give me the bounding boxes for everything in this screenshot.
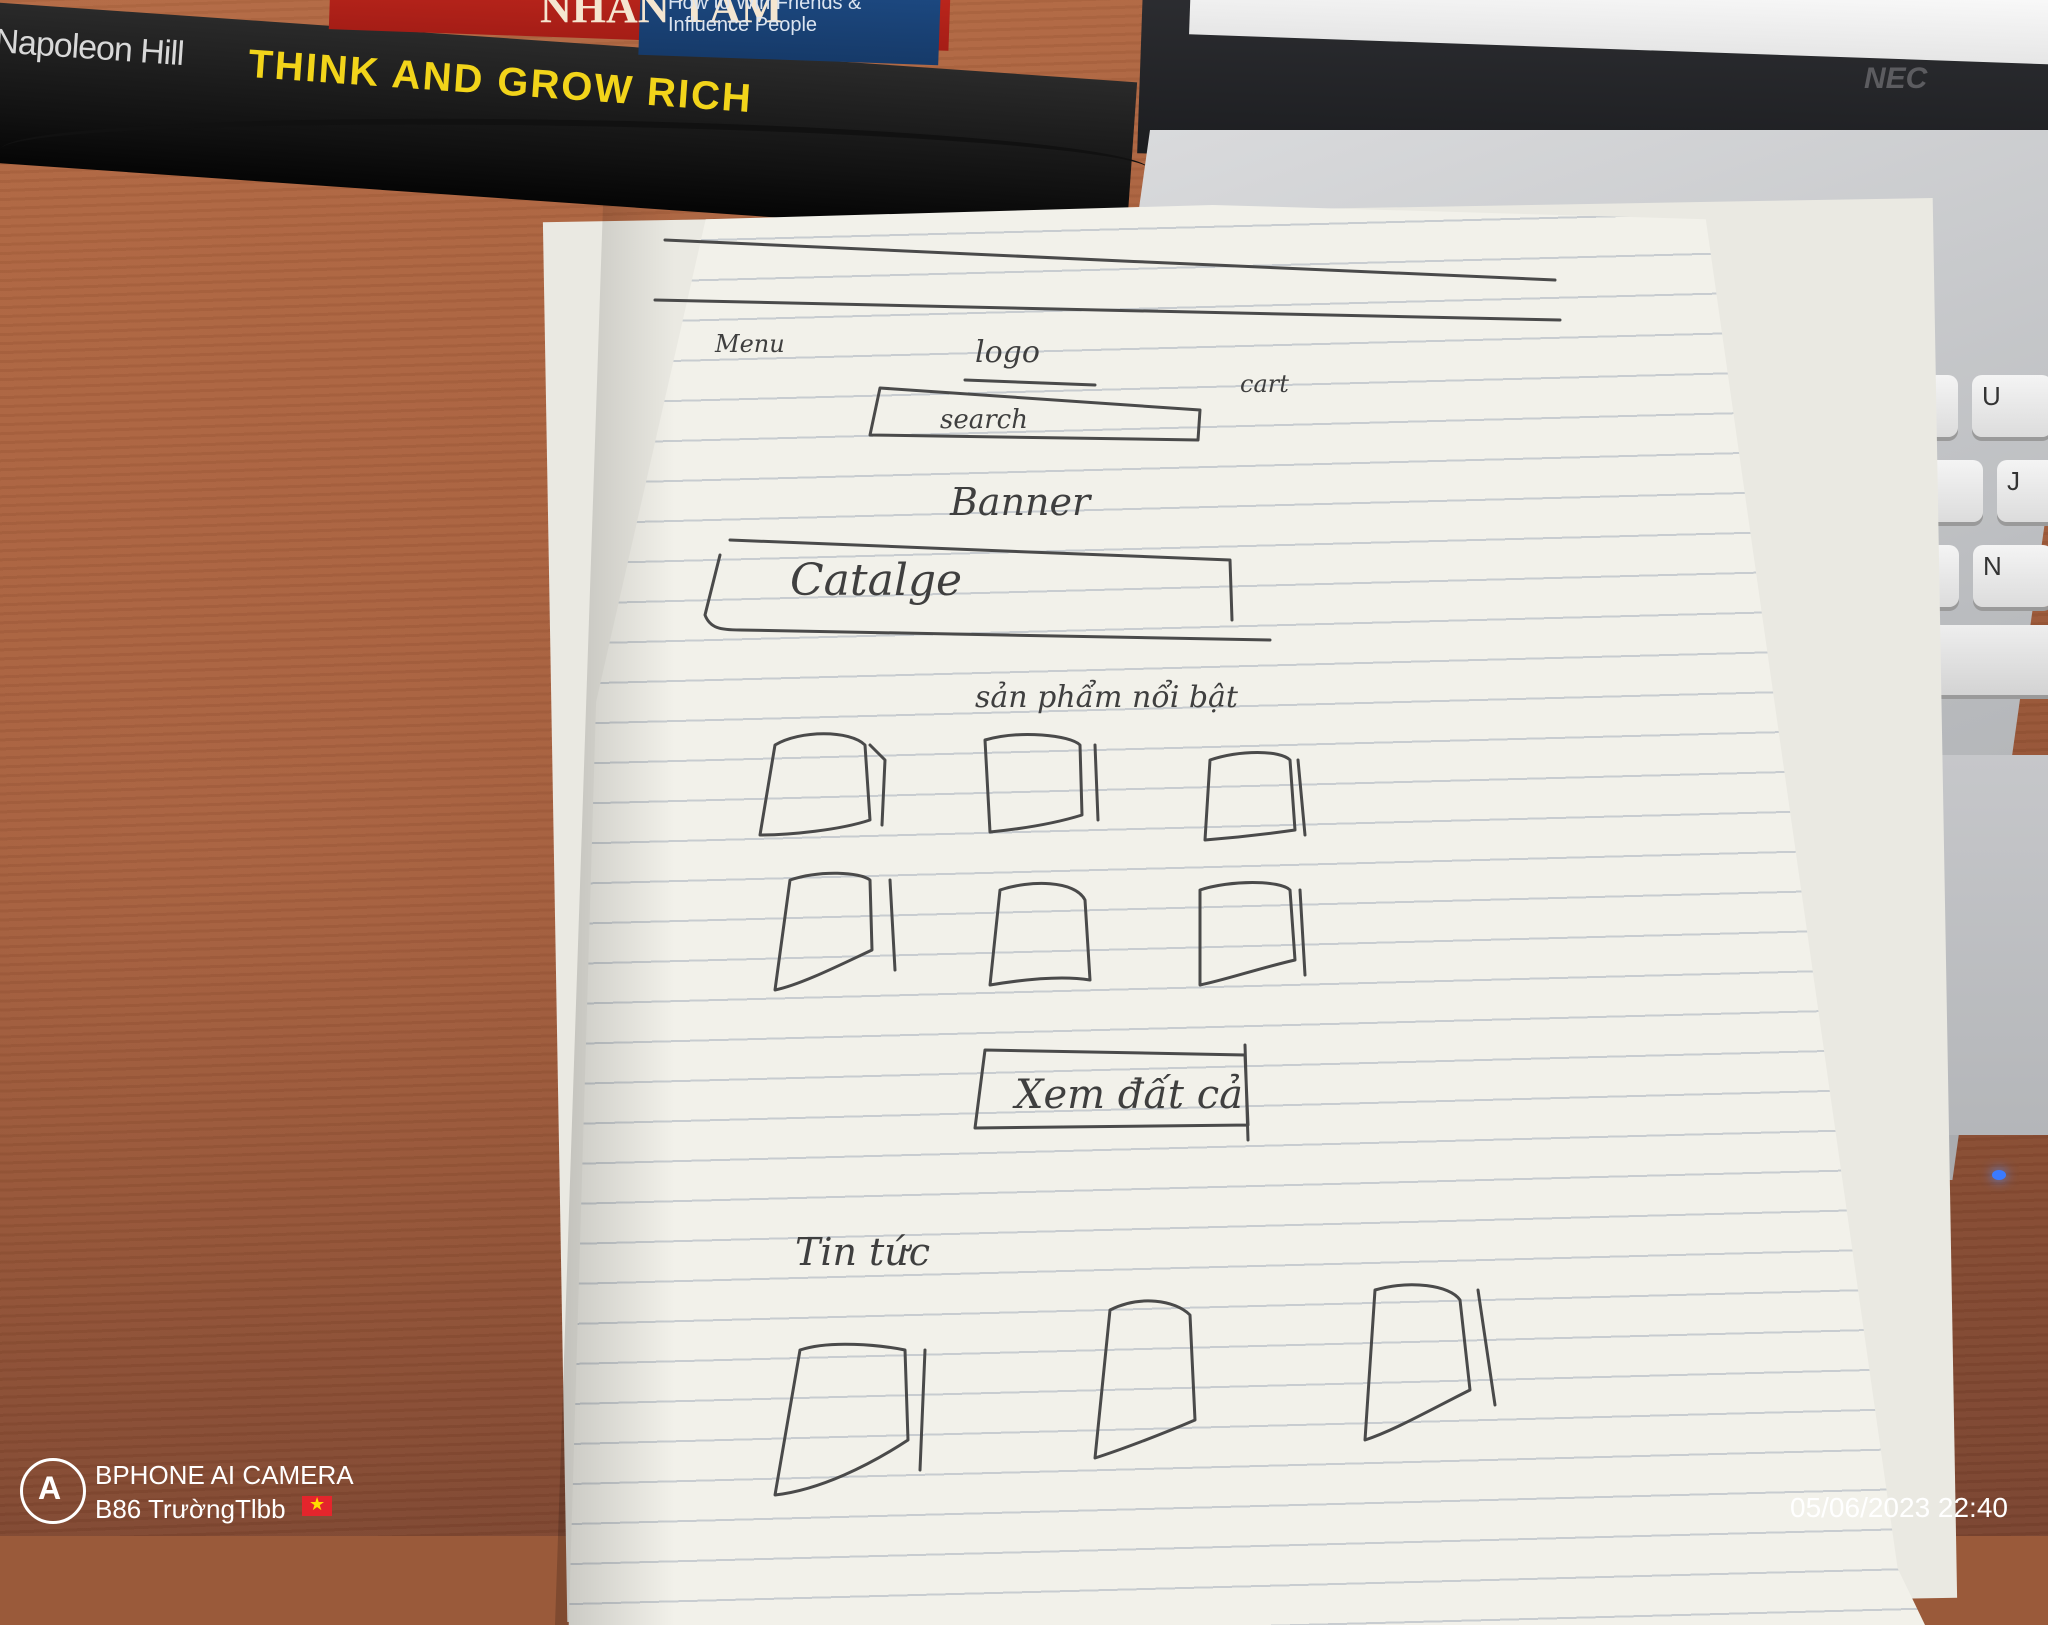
product-card-sketch bbox=[1203, 751, 1307, 842]
news-card-sketch bbox=[1093, 1299, 1197, 1460]
logo-underline bbox=[963, 378, 1097, 387]
sketch-banner-label: Banner bbox=[950, 480, 1091, 524]
sketch-menu-label: Menu bbox=[715, 330, 785, 358]
product-card-sketch bbox=[1198, 881, 1307, 987]
sketch-featured-label: sản phẩm nổi bật bbox=[975, 680, 1238, 715]
product-card-sketch bbox=[758, 732, 887, 837]
watermark-camera: BPHONE AI CAMERA bbox=[95, 1460, 354, 1490]
product-card-sketch bbox=[988, 881, 1092, 987]
page-header-line bbox=[663, 238, 1557, 282]
watermark-user: B86 TrườngTlbb bbox=[95, 1494, 286, 1524]
search-box-sketch bbox=[868, 386, 1202, 442]
product-card-sketch bbox=[773, 871, 897, 992]
wireframe-sketch bbox=[653, 238, 1562, 1497]
sketch-logo-label: logo bbox=[975, 335, 1040, 370]
camera-logo-icon: A bbox=[38, 1470, 62, 1506]
watermark-datetime: 05/06/2023 22:40 bbox=[1790, 1492, 2008, 1523]
vietnam-flag-star-icon: ★ bbox=[309, 1494, 326, 1514]
page-header-line bbox=[653, 298, 1562, 322]
news-card-sketch bbox=[1363, 1283, 1497, 1442]
product-card-sketch bbox=[983, 733, 1100, 834]
sketch-see-all-label: Xem đất cả bbox=[1015, 1072, 1243, 1118]
sketch-news-label: Tin tức bbox=[795, 1230, 931, 1274]
news-card-sketch bbox=[773, 1342, 927, 1497]
sketch-cart-label: cart bbox=[1240, 370, 1289, 398]
sketch-search-label: search bbox=[940, 405, 1028, 435]
sketch-catalog-label: Catalge bbox=[790, 555, 963, 606]
